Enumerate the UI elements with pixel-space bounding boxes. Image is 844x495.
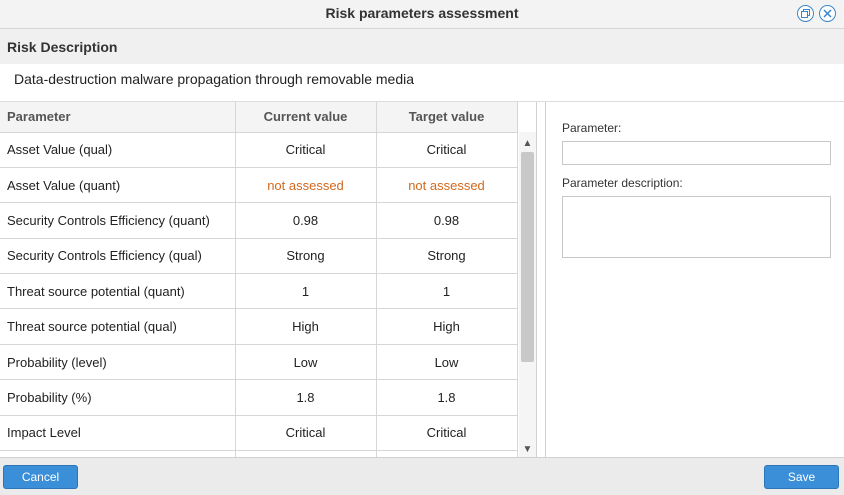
cell-target-value: Low	[376, 344, 518, 381]
cell-parameter: Asset Value (quant)	[0, 167, 236, 204]
parameters-table: Parameter Current value Target value Ass…	[0, 102, 518, 457]
cell-target-value: Critical	[376, 132, 518, 168]
table-scrollbar[interactable]: ▲ ▼	[519, 132, 536, 457]
cell-target-value: Critical	[376, 415, 518, 452]
column-header-current-value[interactable]: Current value	[235, 102, 377, 133]
scrollbar-thumb[interactable]	[521, 152, 534, 362]
cell-current-value: 1.8	[235, 379, 377, 416]
scroll-down-arrow-icon[interactable]: ▼	[519, 442, 536, 457]
cell-current-value: Critical	[235, 415, 377, 452]
parameter-details-panel: Parameter: Parameter description:	[545, 102, 844, 457]
risk-description-label: Risk Description	[7, 39, 118, 55]
table-row[interactable]: Probability (%) 1.8 1.8	[0, 379, 518, 416]
parameter-description-field[interactable]	[562, 196, 831, 258]
save-button[interactable]: Save	[764, 465, 839, 489]
table-row[interactable]: Security Controls Efficiency (quant) 0.9…	[0, 202, 518, 239]
table-row[interactable]: Threat source potential (quant) 1 1	[0, 273, 518, 310]
cell-current-value: not assessed	[235, 167, 377, 204]
close-icon[interactable]	[819, 5, 836, 22]
cell-current-value: Strong	[235, 238, 377, 275]
column-header-parameter[interactable]: Parameter	[0, 102, 236, 133]
parameter-field[interactable]	[562, 141, 831, 165]
cell-target-value: High	[376, 308, 518, 345]
cell-target-value: Strong	[376, 238, 518, 275]
cancel-button[interactable]: Cancel	[3, 465, 78, 489]
parameter-label: Parameter:	[562, 121, 622, 135]
risk-description-header: Risk Description	[0, 29, 844, 64]
cell-parameter: Threat source potential (quant)	[0, 273, 236, 310]
cell-parameter: Probability (%)	[0, 379, 236, 416]
cell-target-value: 0.98	[376, 202, 518, 239]
cell-current-value: Critical	[235, 132, 377, 168]
cell-parameter: Security Controls Efficiency (quant)	[0, 202, 236, 239]
table-row[interactable]: Asset Value (quant) not assessed not ass…	[0, 167, 518, 204]
window-title: Risk parameters assessment	[325, 5, 519, 21]
cell-current-value: 1	[235, 273, 377, 310]
risk-description-panel: Data-destruction malware propagation thr…	[0, 64, 844, 102]
cell-parameter: Security Controls Efficiency (qual)	[0, 238, 236, 275]
scroll-up-arrow-icon[interactable]: ▲	[519, 136, 536, 151]
cell-parameter: Asset Value (qual)	[0, 132, 236, 168]
restore-icon[interactable]	[797, 5, 814, 22]
window-titlebar: Risk parameters assessment	[0, 0, 844, 29]
parameter-description-label: Parameter description:	[562, 176, 683, 190]
table-row[interactable]: Impact Level Critical Critical	[0, 415, 518, 452]
dialog-footer: Cancel Save	[0, 457, 844, 495]
parameters-grid: Parameter Current value Target value Ass…	[0, 102, 537, 457]
cell-current-value: Low	[235, 344, 377, 381]
column-header-target-value[interactable]: Target value	[376, 102, 518, 133]
table-row[interactable]: Probability (level) Low Low	[0, 344, 518, 381]
cell-parameter: Probability (level)	[0, 344, 236, 381]
table-row[interactable]: Security Controls Efficiency (qual) Stro…	[0, 238, 518, 275]
risk-description-text: Data-destruction malware propagation thr…	[14, 71, 414, 87]
cell-parameter: Threat source potential (qual)	[0, 308, 236, 345]
table-row[interactable]: Asset Value (qual) Critical Critical	[0, 132, 518, 168]
cell-current-value: 0.98	[235, 202, 377, 239]
cell-current-value: High	[235, 308, 377, 345]
cell-target-value: 1.8	[376, 379, 518, 416]
cell-target-value: not assessed	[376, 167, 518, 204]
cell-parameter: Impact Level	[0, 415, 236, 452]
table-row[interactable]: Threat source potential (qual) High High	[0, 308, 518, 345]
cell-target-value: 1	[376, 273, 518, 310]
table-header-row: Parameter Current value Target value	[0, 102, 518, 133]
